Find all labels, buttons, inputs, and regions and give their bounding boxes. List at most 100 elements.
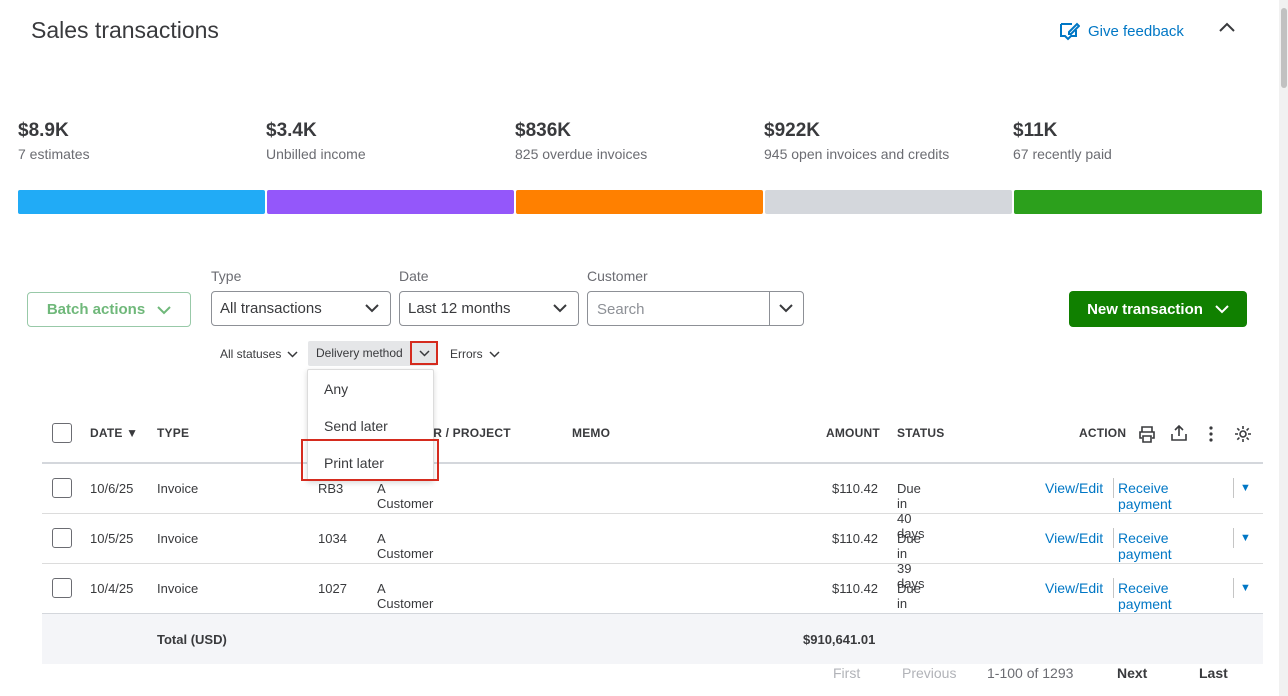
menu-item-any[interactable]: Any xyxy=(324,381,348,397)
errors-filter-label: Errors xyxy=(450,346,483,361)
row-amount: $110.42 xyxy=(832,581,879,596)
header-divider xyxy=(42,462,1263,464)
link-separator xyxy=(1113,478,1114,498)
row-checkbox[interactable] xyxy=(52,478,72,498)
customer-placeholder: Search xyxy=(597,301,645,318)
row-checkbox[interactable] xyxy=(52,578,72,598)
page-range: 1-100 of 1293 xyxy=(987,665,1074,681)
type-column-header[interactable]: TYPE xyxy=(157,426,189,440)
row-number: 1027 xyxy=(318,581,347,596)
kpi-unbilled[interactable]: $3.4K Unbilled income xyxy=(266,120,506,162)
bar-segment-unbilled[interactable] xyxy=(267,190,514,214)
status-filter[interactable]: All statuses xyxy=(220,345,298,362)
kpi-open[interactable]: $922K 945 open invoices and credits xyxy=(764,120,1004,162)
batch-actions-label: Batch actions xyxy=(46,301,146,318)
type-select[interactable]: All transactions xyxy=(211,291,391,326)
previous-page-link[interactable]: Previous xyxy=(902,665,956,681)
last-page-link[interactable]: Last xyxy=(1199,665,1228,681)
chevron-up-icon[interactable] xyxy=(1216,16,1238,38)
row-customer: A Customer xyxy=(377,481,434,511)
highlight-box xyxy=(301,439,439,481)
receive-payment-link[interactable]: Receive payment xyxy=(1118,480,1172,512)
first-page-link[interactable]: First xyxy=(833,665,860,681)
date-column-header[interactable]: DATE ▼ xyxy=(90,426,138,440)
kpi-paid[interactable]: $11K 67 recently paid xyxy=(1013,120,1253,162)
row-customer: A Customer xyxy=(377,581,434,611)
select-all-checkbox[interactable] xyxy=(52,423,72,443)
export-icon[interactable] xyxy=(1169,423,1189,443)
bar-segment-overdue[interactable] xyxy=(516,190,763,214)
customer-column-header[interactable]: ER / PROJECT xyxy=(425,426,511,440)
caret-down-icon[interactable]: ▼ xyxy=(1240,582,1251,594)
row-checkbox[interactable] xyxy=(52,528,72,548)
chevron-down-icon xyxy=(553,304,567,313)
errors-filter[interactable]: Errors xyxy=(450,345,500,362)
kpi-label: Unbilled income xyxy=(266,146,366,162)
row-number: RB3 xyxy=(318,481,344,496)
receive-payment-link[interactable]: Receive payment xyxy=(1118,580,1172,612)
print-icon[interactable] xyxy=(1137,424,1157,444)
feedback-label: Give feedback xyxy=(1088,22,1184,40)
memo-column-header[interactable]: MEMO xyxy=(572,426,610,440)
row-type: Invoice xyxy=(157,581,199,596)
kpi-label: 67 recently paid xyxy=(1013,146,1112,162)
chevron-down-icon xyxy=(489,350,500,358)
row-customer: A Customer xyxy=(377,531,434,561)
new-transaction-button[interactable]: New transaction xyxy=(1069,291,1247,327)
row-date: 10/4/25 xyxy=(90,581,134,596)
row-number: 1034 xyxy=(318,531,347,546)
type-value: All transactions xyxy=(220,300,322,317)
link-separator xyxy=(1233,578,1234,598)
link-separator xyxy=(1113,528,1114,548)
row-divider xyxy=(42,513,1263,514)
total-amount: $910,641.01 xyxy=(803,632,876,647)
kpi-value: $8.9K xyxy=(18,120,69,141)
customer-search-input[interactable]: Search xyxy=(587,291,804,326)
chevron-down-icon xyxy=(157,305,171,314)
row-type: Invoice xyxy=(157,531,199,546)
kpi-label: 7 estimates xyxy=(18,146,90,162)
chevron-down-icon[interactable] xyxy=(778,301,794,315)
page-title: Sales transactions xyxy=(31,17,219,43)
row-date: 10/5/25 xyxy=(90,531,134,546)
row-amount: $110.42 xyxy=(832,481,879,496)
delivery-method-toggle[interactable] xyxy=(410,341,438,365)
receive-payment-link[interactable]: Receive payment xyxy=(1118,530,1172,562)
feedback-icon xyxy=(1060,22,1080,41)
row-amount: $110.42 xyxy=(832,531,879,546)
kpi-label: 825 overdue invoices xyxy=(515,146,648,162)
caret-down-icon[interactable]: ▼ xyxy=(1240,532,1251,544)
total-label: Total (USD) xyxy=(157,632,227,647)
kpi-overdue[interactable]: $836K 825 overdue invoices xyxy=(515,120,755,162)
date-select[interactable]: Last 12 months xyxy=(399,291,579,326)
more-options-icon[interactable] xyxy=(1201,424,1221,444)
customer-label: Customer xyxy=(587,268,648,284)
scrollbar-track[interactable] xyxy=(1279,0,1288,696)
kpi-value: $11K xyxy=(1013,120,1058,141)
kpi-estimates[interactable]: $8.9K 7 estimates xyxy=(18,120,258,162)
new-transaction-label: New transaction xyxy=(1087,300,1203,318)
view-edit-link[interactable]: View/Edit xyxy=(1045,480,1103,496)
row-date: 10/6/25 xyxy=(90,481,134,496)
chevron-down-icon xyxy=(365,304,379,313)
amount-column-header[interactable]: AMOUNT xyxy=(826,426,880,440)
view-edit-link[interactable]: View/Edit xyxy=(1045,530,1103,546)
scrollbar-thumb[interactable] xyxy=(1281,8,1287,88)
date-label: Date xyxy=(399,268,429,284)
batch-actions-button[interactable]: Batch actions xyxy=(27,292,191,327)
menu-item-send-later[interactable]: Send later xyxy=(324,418,388,434)
status-column-header[interactable]: STATUS xyxy=(897,426,944,440)
gear-icon[interactable] xyxy=(1233,424,1253,444)
bar-segment-open[interactable] xyxy=(765,190,1012,214)
bar-segment-paid[interactable] xyxy=(1014,190,1262,214)
chevron-down-icon xyxy=(1215,305,1229,314)
chevron-down-icon xyxy=(287,350,298,358)
give-feedback-link[interactable]: Give feedback xyxy=(1058,20,1184,42)
next-page-link[interactable]: Next xyxy=(1117,665,1147,681)
type-label: Type xyxy=(211,268,242,284)
bar-segment-estimates[interactable] xyxy=(18,190,265,214)
caret-down-icon[interactable]: ▼ xyxy=(1240,482,1251,494)
view-edit-link[interactable]: View/Edit xyxy=(1045,580,1103,596)
action-column-header: ACTION xyxy=(1079,426,1127,440)
kpi-label: 945 open invoices and credits xyxy=(764,146,950,162)
